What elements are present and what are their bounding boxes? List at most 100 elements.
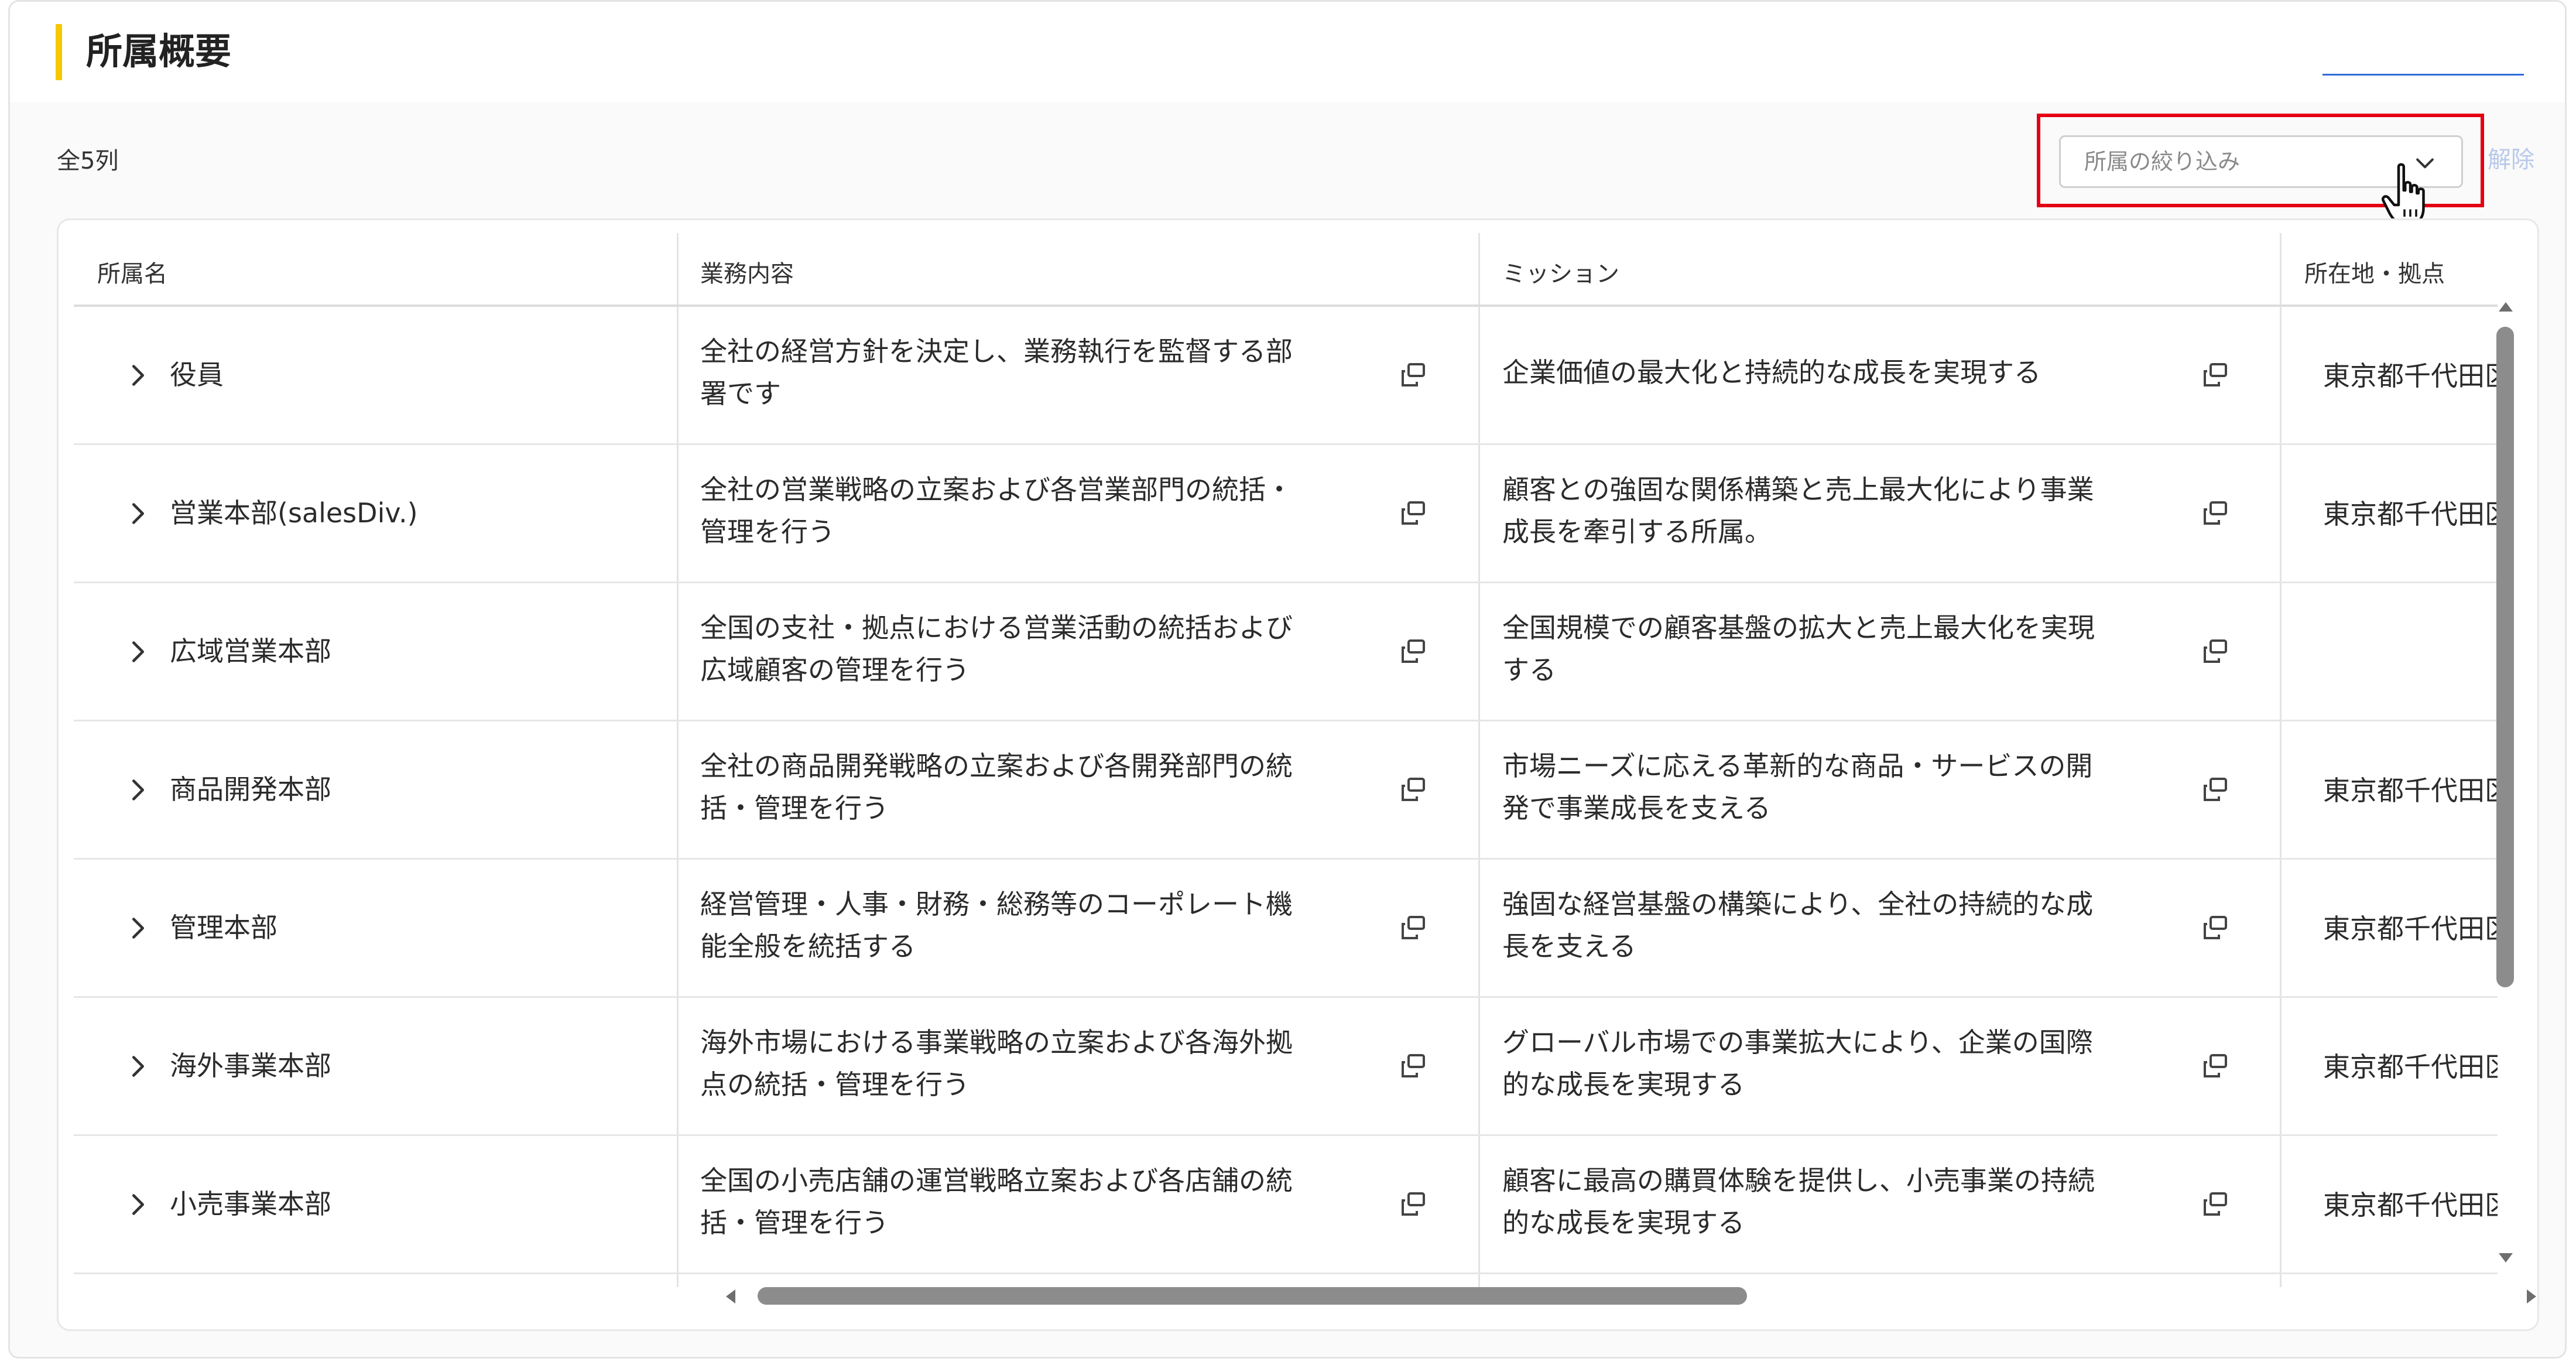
business-line: 全社の商品開発戦略の立案および各開発部門の統 (700, 750, 1293, 782)
copy-icon[interactable] (2201, 1052, 2229, 1080)
business-cell: 全国の支社・拠点における営業活動の統括および 広域顧客の管理を行う (700, 607, 1385, 691)
business-cell: 全社の営業戦略の立案および各営業部門の統括・ 管理を行う (700, 468, 1385, 553)
mission-line: グローバル市場での事業拡大により、企業の国際 (1502, 1027, 2093, 1058)
page: 所属概要 全5列 所属の絞り込み 解除 所属名 業務内容 ミッション 所在地・拠… (0, 0, 2576, 1365)
table-row[interactable]: 商品開発本部 全社の商品開発戦略の立案および各開発部門の統 括・管理を行う 市場… (74, 721, 2498, 860)
chevron-right-icon[interactable] (126, 774, 150, 806)
mission-line: する (1502, 654, 1556, 686)
copy-icon[interactable] (2201, 914, 2229, 942)
table-row[interactable]: 海外事業本部 海外市場における事業戦略の立案および各海外拠 点の統括・管理を行う… (74, 998, 2498, 1136)
business-line: 能全般を統括する (700, 930, 916, 962)
filter-placeholder: 所属の絞り込み (2084, 149, 2241, 175)
table-row[interactable]: 小売事業本部 全国の小売店舗の運営戦略立案および各店舗の統 括・管理を行う 顧客… (74, 1136, 2498, 1274)
business-line: 管理を行う (700, 516, 835, 548)
mission-cell: 全国規模での顧客基盤の拡大と売上最大化を実現 する (1502, 607, 2187, 691)
business-line: 全社の経営方針を決定し、業務執行を監督する部 (700, 336, 1293, 367)
row-count-label: 全5列 (57, 148, 119, 175)
mission-line: 長を支える (1502, 930, 1636, 962)
mission-line: 的な成長を実現する (1502, 1207, 1745, 1239)
business-line: 経営管理・人事・財務・総務等のコーポレート機 (700, 888, 1293, 920)
clear-filter-link[interactable]: 解除 (2488, 142, 2534, 177)
business-line: 括・管理を行う (700, 1207, 889, 1239)
affiliation-name: 管理本部 (170, 912, 278, 943)
mission-line: 顧客との強固な関係構築と売上最大化により事業 (1502, 474, 2094, 505)
column-header-business[interactable]: 業務内容 (700, 256, 794, 292)
affiliation-name: 海外事業本部 (170, 1050, 331, 1082)
location-cell: 東京都千代田区 (2323, 775, 2498, 806)
scroll-left-arrow-icon[interactable] (726, 1289, 735, 1304)
mission-line: 発で事業成長を支える (1502, 792, 1771, 824)
location-cell: 東京都千代田区 (2323, 360, 2498, 392)
business-line: 全国の支社・拠点における営業活動の統括および (700, 612, 1293, 644)
copy-icon[interactable] (2201, 361, 2229, 389)
horizontal-scroll-thumb[interactable] (758, 1287, 1747, 1305)
copy-icon[interactable] (2201, 775, 2229, 803)
section-header: 所属概要 (10, 2, 2565, 102)
affiliation-name: 広域営業本部 (170, 635, 331, 667)
copy-icon[interactable] (1399, 499, 1427, 527)
affiliation-table-card: 所属名 業務内容 ミッション 所在地・拠点 役員 全社の経営方針を決定し、業務執… (57, 218, 2539, 1331)
copy-icon[interactable] (1399, 775, 1427, 803)
table-row[interactable]: 営業本部(salesDiv.) 全社の営業戦略の立案および各営業部門の統括・ 管… (74, 445, 2498, 583)
mission-cell: 強固な経営基盤の構築により、全社の持続的な成 長を支える (1502, 883, 2187, 967)
business-line: 点の統括・管理を行う (700, 1069, 970, 1100)
copy-icon[interactable] (1399, 914, 1427, 942)
business-cell: 全社の商品開発戦略の立案および各開発部門の統 括・管理を行う (700, 745, 1385, 829)
business-line: 署です (700, 378, 781, 409)
vertical-scrollbar[interactable] (2495, 302, 2516, 1263)
chevron-right-icon[interactable] (126, 636, 150, 668)
mission-line: 企業価値の最大化と持続的な成長を実現する (1502, 357, 2041, 388)
mission-cell: 市場ニーズに応える革新的な商品・サービスの開 発で事業成長を支える (1502, 745, 2187, 829)
vertical-scroll-thumb[interactable] (2496, 327, 2514, 987)
table-row[interactable]: 管理本部 経営管理・人事・財務・総務等のコーポレート機 能全般を統括する 強固な… (74, 860, 2498, 998)
mission-cell: 顧客に最高の購買体験を提供し、小売事業の持続 的な成長を実現する (1502, 1159, 2187, 1244)
business-line: 広域顧客の管理を行う (700, 654, 970, 686)
location-cell: 東京都千代田区 (2323, 1189, 2498, 1221)
affiliation-table: 所属名 業務内容 ミッション 所在地・拠点 役員 全社の経営方針を決定し、業務執… (74, 233, 2498, 1287)
mission-cell: グローバル市場での事業拡大により、企業の国際 的な成長を実現する (1502, 1021, 2187, 1106)
table-row[interactable]: 役員 全社の経営方針を決定し、業務執行を監督する部 署です 企業価値の最大化と持… (74, 307, 2498, 445)
scroll-up-arrow-icon[interactable] (2499, 302, 2513, 312)
copy-icon[interactable] (2201, 1190, 2229, 1218)
mission-line: 顧客に最高の購買体験を提供し、小売事業の持続 (1502, 1165, 2095, 1196)
table-row[interactable]: 広域営業本部 全国の支社・拠点における営業活動の統括および 広域顧客の管理を行う… (74, 583, 2498, 721)
mission-line: 強固な経営基盤の構築により、全社の持続的な成 (1502, 888, 2094, 920)
chevron-right-icon[interactable] (126, 498, 150, 529)
chevron-right-icon[interactable] (126, 360, 150, 391)
mission-line: 市場ニーズに応える革新的な商品・サービスの開 (1502, 750, 2093, 782)
title-accent-bar (56, 24, 62, 80)
scroll-down-arrow-icon[interactable] (2499, 1253, 2513, 1263)
mission-line: 全国規模での顧客基盤の拡大と売上最大化を実現 (1502, 612, 2095, 644)
business-cell: 全社の経営方針を決定し、業務執行を監督する部 署です (700, 330, 1385, 415)
business-cell: 経営管理・人事・財務・総務等のコーポレート機 能全般を統括する (700, 883, 1385, 967)
copy-icon[interactable] (2201, 499, 2229, 527)
copy-icon[interactable] (1399, 1052, 1427, 1080)
affiliation-name: 小売事業本部 (170, 1188, 331, 1220)
header-tab-underline (2322, 74, 2524, 76)
column-header-location[interactable]: 所在地・拠点 (2304, 256, 2445, 292)
copy-icon[interactable] (1399, 637, 1427, 665)
mission-line: 的な成長を実現する (1502, 1069, 1745, 1100)
business-line: 全社の営業戦略の立案および各営業部門の統括・ (700, 474, 1293, 505)
business-cell: 全国の小売店舗の運営戦略立案および各店舗の統 括・管理を行う (700, 1159, 1385, 1244)
business-line: 括・管理を行う (700, 792, 889, 824)
copy-icon[interactable] (1399, 1190, 1427, 1218)
chevron-right-icon[interactable] (126, 912, 150, 944)
column-header-mission[interactable]: ミッション (1502, 256, 1619, 292)
location-cell: 東京都千代田区 (2323, 1051, 2498, 1083)
column-header-name[interactable]: 所属名 (97, 256, 167, 292)
copy-icon[interactable] (2201, 637, 2229, 665)
location-cell: 東京都千代田区 (2323, 498, 2498, 530)
scroll-right-arrow-icon[interactable] (2527, 1289, 2536, 1304)
business-line: 全国の小売店舗の運営戦略立案および各店舗の統 (700, 1165, 1293, 1196)
chevron-right-icon[interactable] (126, 1189, 150, 1220)
affiliation-name: 営業本部(salesDiv.) (170, 497, 418, 529)
page-title: 所属概要 (86, 30, 232, 73)
affiliation-name: 商品開発本部 (170, 774, 331, 805)
chevron-right-icon[interactable] (126, 1051, 150, 1082)
horizontal-scrollbar[interactable] (726, 1285, 2536, 1307)
affiliation-name: 役員 (170, 359, 224, 391)
mission-line: 成長を牽引する所属。 (1502, 516, 1772, 548)
location-cell: 東京都千代田区 (2323, 913, 2498, 945)
copy-icon[interactable] (1399, 361, 1427, 389)
